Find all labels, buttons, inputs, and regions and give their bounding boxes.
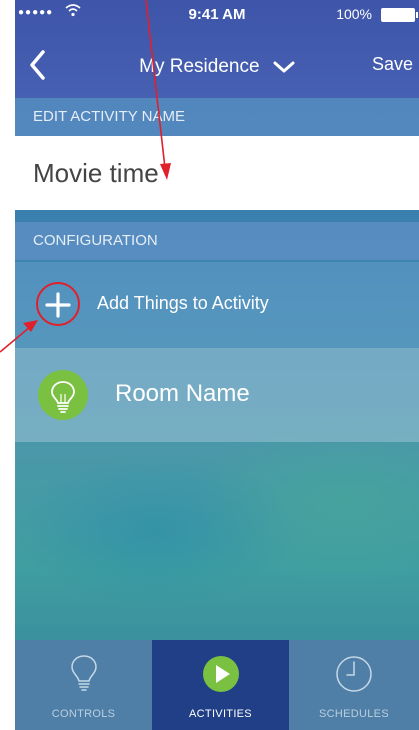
top-bar: ●●●●● 9:41 AM 100% My Residence Save [15,0,419,98]
add-things-label: Add Things to Activity [97,293,269,313]
room-name-label: Room Name [115,380,250,407]
tab-activities-label: ACTIVITIES [189,708,252,720]
lightbulb-icon [51,381,75,413]
save-button[interactable]: Save [372,54,413,75]
status-bar: ●●●●● 9:41 AM 100% [15,0,419,30]
battery-icon [381,8,418,22]
clock-icon [336,656,372,692]
chevron-down-icon [273,61,295,73]
tab-controls[interactable]: CONTROLS [15,640,152,730]
tab-schedules-label: SCHEDULES [319,708,389,720]
configuration-header: CONFIGURATION [15,222,419,260]
room-badge [38,370,88,420]
tab-schedules[interactable]: SCHEDULES [289,640,419,730]
lightbulb-icon [70,655,97,691]
activity-name-input[interactable]: Movie time [15,136,419,210]
battery-percent: 100% [336,6,372,22]
tab-bar: CONTROLS ACTIVITIES SCHEDULES [15,640,419,730]
tab-controls-label: CONTROLS [51,708,116,720]
play-icon [202,656,239,692]
edit-activity-name-header: EDIT ACTIVITY NAME [15,98,419,136]
phone-screen: ●●●●● 9:41 AM 100% My Residence Save EDI… [15,0,419,730]
residence-selector[interactable]: My Residence [15,56,419,78]
plus-icon[interactable] [43,290,73,320]
nav-bar: My Residence Save [15,44,419,94]
residence-title: My Residence [139,56,260,77]
add-things-row[interactable]: Add Things to Activity [15,262,419,348]
room-row[interactable]: Room Name [15,348,419,442]
tab-activities[interactable]: ACTIVITIES [152,640,289,730]
